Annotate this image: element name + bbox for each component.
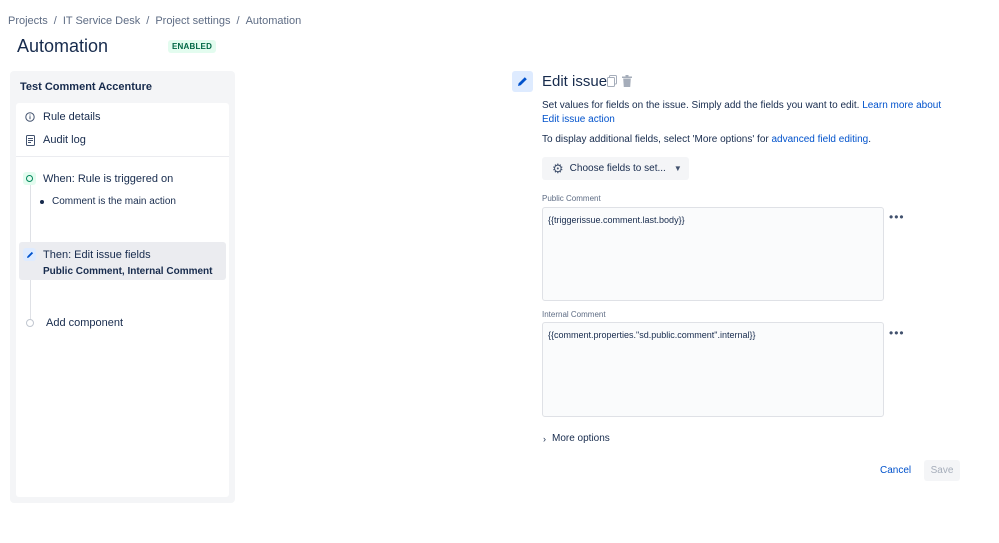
- internal-comment-label: Internal Comment: [542, 310, 606, 319]
- action-field-separator: ,: [121, 266, 125, 277]
- cancel-button[interactable]: Cancel: [880, 465, 911, 476]
- rule-details-link[interactable]: Rule details: [24, 111, 100, 123]
- action-step[interactable]: Then: Edit issue fields Public Comment, …: [19, 242, 226, 280]
- document-icon: [24, 134, 36, 146]
- gear-icon: ⚙: [552, 160, 564, 176]
- circle-icon: [26, 319, 34, 327]
- pencil-icon: [23, 248, 36, 261]
- rule-details-label: Rule details: [43, 111, 101, 123]
- more-options-toggle[interactable]: › More options: [543, 433, 610, 444]
- additional-fields-note: To display additional fields, select 'Mo…: [542, 134, 871, 145]
- more-options-label: More options: [552, 433, 610, 444]
- breadcrumb-separator: /: [53, 15, 57, 27]
- trigger-step[interactable]: When: Rule is triggered on: [23, 172, 173, 185]
- breadcrumb-automation[interactable]: Automation: [246, 15, 302, 27]
- public-comment-field[interactable]: {{triggerissue.comment.last.body}}: [542, 207, 884, 301]
- divider: [16, 156, 229, 157]
- breadcrumb-it-service-desk[interactable]: IT Service Desk: [63, 15, 140, 27]
- additional-text: To display additional fields, select 'Mo…: [542, 134, 769, 145]
- breadcrumb-separator: /: [236, 15, 240, 27]
- audit-log-label: Audit log: [43, 134, 86, 146]
- note-period: .: [868, 134, 872, 145]
- choose-fields-label: Choose fields to set...: [569, 163, 666, 174]
- audit-log-link[interactable]: Audit log: [24, 134, 86, 146]
- breadcrumb-separator: /: [146, 15, 150, 27]
- pencil-icon: [512, 71, 533, 92]
- trash-icon[interactable]: [622, 75, 632, 87]
- add-component-button[interactable]: Add component: [24, 317, 123, 329]
- description-text: Set values for fields on the issue. Simp…: [542, 100, 860, 111]
- editor-title: Edit issue: [542, 73, 608, 90]
- rule-panel: Test Comment Accenture Rule details Audi…: [10, 71, 235, 503]
- choose-fields-button[interactable]: ⚙ Choose fields to set... ▼: [542, 157, 689, 180]
- save-button[interactable]: Save: [924, 460, 960, 481]
- action-label: Then: Edit issue fields: [43, 248, 151, 261]
- copy-icon[interactable]: [607, 75, 617, 87]
- more-icon[interactable]: •••: [889, 210, 905, 224]
- public-comment-label: Public Comment: [542, 194, 601, 203]
- trigger-condition-label: Comment is the main action: [52, 196, 176, 207]
- action-field-internal: Internal Comment: [127, 266, 213, 277]
- action-field-public: Public Comment: [43, 266, 122, 277]
- trigger-label: When: Rule is triggered on: [43, 172, 174, 185]
- page-title: Automation: [17, 36, 109, 56]
- internal-comment-field[interactable]: {{comment.properties."sd.public.comment"…: [542, 322, 884, 417]
- more-icon[interactable]: •••: [889, 326, 905, 340]
- chevron-right-icon: ›: [543, 433, 546, 444]
- flow-connector: [30, 185, 31, 245]
- trigger-condition: Comment is the main action: [40, 196, 176, 207]
- chevron-down-icon: ▼: [673, 164, 682, 173]
- action-fields: Public Comment, Internal Comment: [43, 266, 212, 277]
- add-component-label: Add component: [46, 317, 124, 329]
- bullet-icon: [40, 199, 44, 204]
- rule-name: Test Comment Accenture: [20, 81, 153, 93]
- info-icon: [24, 111, 36, 123]
- breadcrumb: Projects / IT Service Desk / Project set…: [8, 15, 301, 27]
- rule-outline: Rule details Audit log When: Rule is tri…: [16, 103, 229, 497]
- status-badge: ENABLED: [168, 40, 217, 53]
- breadcrumb-projects[interactable]: Projects: [8, 15, 48, 27]
- flow-connector: [30, 280, 31, 320]
- advanced-editing-link[interactable]: advanced field editing: [772, 134, 869, 145]
- breadcrumb-project-settings[interactable]: Project settings: [155, 15, 230, 27]
- trigger-icon: [23, 172, 36, 185]
- editor-description: Set values for fields on the issue. Simp…: [542, 99, 952, 127]
